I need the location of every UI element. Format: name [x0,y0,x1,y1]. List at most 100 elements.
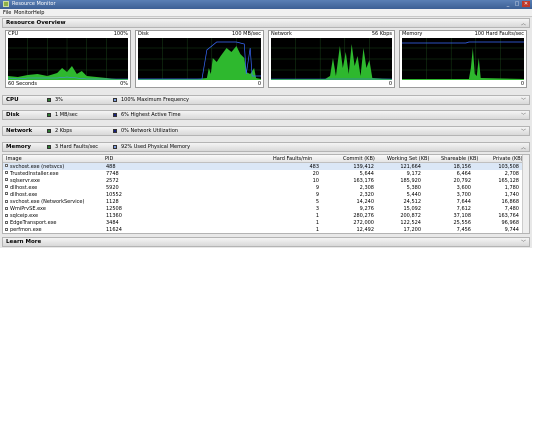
column-commit[interactable]: Commit (KB) [343,156,375,162]
network-utilization: 0% Network Utilization [121,128,179,134]
table-cell: 17,200 [403,227,422,234]
row-checkbox[interactable] [5,192,8,196]
table-cell: 9 [315,184,319,191]
table-cell: 10552 [106,191,122,198]
expand-icon[interactable]: ﹀ [521,112,526,119]
table-cell: 1,740 [504,191,519,198]
section-title: Learn More [6,239,42,245]
column-private[interactable]: Private (KB) [493,156,523,162]
row-checkbox[interactable] [5,213,8,217]
legend-swatch [113,129,117,133]
memory-process-table: Image PID Hard Faults/min Commit (KB) Wo… [2,154,530,234]
table-cell: 122,524 [400,220,421,227]
table-cell: 7,456 [456,227,471,234]
table-cell: WmiPrvSE.exe [10,206,46,213]
table-cell: 12508 [106,206,122,213]
section-title: Network [6,128,33,134]
table-row[interactable]: sqlservr.exe 2572 10 163,176 185,920 20,792 16… [3,177,529,184]
graph-min: 0 [388,81,392,87]
table-row[interactable]: sqlceip.exe 11360 1 280,276 200,872 37,108 163… [3,213,529,220]
table-cell: 163,176 [353,177,374,184]
legend-swatch [113,98,117,102]
row-checkbox[interactable] [5,206,8,210]
section-cpu[interactable]: CPU 3% 100% Maximum Frequency ﹀ [2,95,530,105]
row-checkbox[interactable] [5,164,8,167]
table-row[interactable]: TrustedInstaller.exe 7748 20 5,644 9,172 6,46… [3,170,529,177]
graph-scale: 100 MB/sec [232,31,261,37]
legend-swatch [47,98,51,102]
disk-active-time: 6% Highest Active Time [121,112,181,118]
table-cell: 9,172 [406,170,421,177]
row-checkbox[interactable] [5,178,8,182]
legend-swatch [47,113,51,117]
table-cell: 2,320 [359,191,374,198]
table-cell: 121,664 [400,163,421,170]
row-checkbox[interactable] [5,199,8,203]
table-cell: 37,108 [453,213,472,220]
table-header: Image PID Hard Faults/min Commit (KB) Wo… [3,155,529,163]
section-title: CPU [6,97,19,103]
column-working-set[interactable]: Working Set (KB) [387,156,429,162]
app-icon [3,1,9,7]
row-checkbox[interactable] [5,171,8,175]
table-cell: 488 [106,163,116,170]
table-row[interactable]: svchost.exe (NetworkService) 1128 5 14,240 2… [3,199,529,206]
expand-icon[interactable]: ﹀ [521,239,526,246]
collapse-icon[interactable]: ︿ [521,144,526,151]
menu-monitor[interactable]: Monitor [14,10,33,16]
memory-used: 92% Used Physical Memory [121,144,191,150]
column-pid[interactable]: PID [105,156,113,162]
section-network[interactable]: Network 2 Kbps 0% Network Utilization ﹀ [2,126,530,136]
table-cell: 280,276 [353,213,374,220]
graph-title: Network [271,31,292,37]
column-hard-faults[interactable]: Hard Faults/min [273,156,312,162]
section-title: Memory [6,144,32,150]
table-cell: 5,380 [406,184,421,191]
collapse-icon[interactable]: ︿ [521,20,526,27]
cpu-graph-panel: CPU 100% 60 Seconds 0% [5,30,131,88]
section-resource-overview[interactable]: Resource Overview ︿ [2,18,530,28]
table-cell: EdgeTransport.exe [10,220,57,227]
column-image[interactable]: Image [6,156,22,162]
row-checkbox[interactable] [5,227,8,231]
legend-swatch [47,129,51,133]
table-row[interactable]: WmiPrvSE.exe 12508 3 9,276 15,092 7,612 7,480 [3,206,529,213]
section-title: Disk [6,112,20,118]
disk-throughput: 1 MB/sec [55,112,78,118]
section-memory[interactable]: Memory 3 Hard Faults/sec 92% Used Physic… [2,142,530,152]
section-learn-more[interactable]: Learn More ﹀ [2,237,530,247]
minimize-button[interactable]: _ [504,1,512,7]
table-row[interactable]: EdgeTransport.exe 3484 1 272,000 122,524 25,5… [3,220,529,227]
table-scrollbar[interactable] [522,155,529,233]
table-row[interactable]: dllhost.exe 5920 9 2,308 5,380 3,600 1,780 [3,184,529,191]
table-cell: 1 [315,220,319,227]
table-cell: 3484 [106,220,119,227]
graph-min: 0% [120,81,128,87]
table-cell: 16,868 [501,199,520,205]
maximize-button[interactable]: □ [513,1,521,7]
table-cell: 2,708 [504,170,519,177]
table-cell: 25,556 [453,220,472,227]
row-checkbox[interactable] [5,220,8,224]
memory-graph [402,38,524,80]
table-cell: 3 [315,206,319,213]
table-row[interactable]: perfmon.exe 11624 1 12,492 17,200 7,456 9,744 [3,227,529,234]
graph-min: 0 [257,81,261,87]
table-cell: sqlceip.exe [10,213,39,220]
close-button[interactable]: ✕ [522,1,530,7]
table-row[interactable]: dllhost.exe 10552 9 2,320 5,440 3,700 1,740 [3,191,529,198]
section-title: Resource Overview [6,20,66,26]
section-disk[interactable]: Disk 1 MB/sec 6% Highest Active Time ﹀ [2,110,530,120]
graph-scale: 100% [113,31,128,37]
table-cell: 5,440 [406,191,421,198]
table-cell: 20,792 [453,177,472,184]
table-row[interactable]: svchost.exe (netsvcs) 488 483 139,412 121,66… [3,163,529,170]
row-checkbox[interactable] [5,185,8,189]
column-shareable[interactable]: Shareable (KB) [441,156,478,162]
menu-help[interactable]: Help [33,10,44,16]
menu-file[interactable]: File [3,10,11,16]
cpu-usage: 3% [55,97,63,103]
expand-icon[interactable]: ﹀ [521,97,526,104]
expand-icon[interactable]: ﹀ [521,128,526,135]
table-cell: 3,600 [456,184,471,191]
